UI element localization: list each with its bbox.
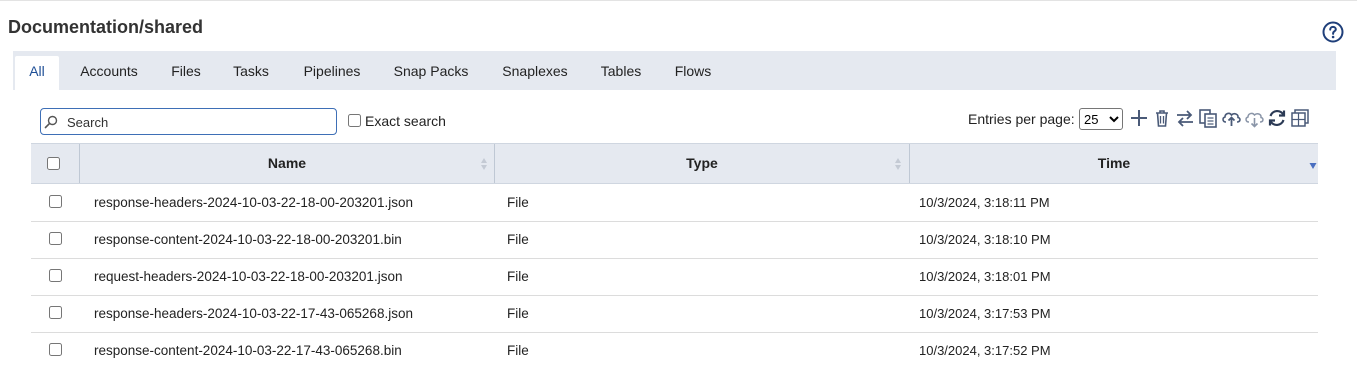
table-header: Name Type Time	[31, 143, 1318, 184]
tab-files[interactable]: Files	[164, 56, 208, 90]
page-title: Documentation/shared	[8, 17, 204, 37]
file-name[interactable]: response-headers-2024-10-03-22-17-43-065…	[94, 306, 413, 321]
search-input[interactable]	[65, 112, 329, 133]
tab-flows[interactable]: Flows	[667, 56, 719, 90]
file-type: File	[507, 232, 529, 247]
sort-icon[interactable]	[894, 156, 902, 172]
tab-snap-packs[interactable]: Snap Packs	[388, 56, 474, 90]
tab-tasks[interactable]: Tasks	[226, 56, 276, 90]
tab-accounts[interactable]: Accounts	[71, 56, 147, 90]
table-row[interactable]: response-content-2024-10-03-22-17-43-065…	[31, 332, 1318, 369]
table-row[interactable]: request-headers-2024-10-03-22-18-00-2032…	[31, 258, 1318, 296]
file-time: 10/3/2024, 3:18:01 PM	[919, 269, 1051, 284]
select-all-checkbox[interactable]	[47, 157, 60, 170]
tab-snaplexes[interactable]: Snaplexes	[494, 56, 576, 90]
entries-per-page-select[interactable]: 25	[1079, 108, 1123, 130]
table-row[interactable]: response-headers-2024-10-03-22-18-00-203…	[31, 184, 1318, 222]
file-name[interactable]: response-headers-2024-10-03-22-18-00-203…	[94, 195, 413, 210]
exact-search-checkbox[interactable]	[348, 114, 361, 127]
file-name[interactable]: request-headers-2024-10-03-22-18-00-2032…	[94, 269, 402, 284]
row-checkbox[interactable]	[49, 306, 62, 319]
table-row[interactable]: response-headers-2024-10-03-22-17-43-065…	[31, 295, 1318, 333]
search-field[interactable]	[40, 108, 337, 135]
file-time: 10/3/2024, 3:17:53 PM	[919, 306, 1051, 321]
plus-icon[interactable]	[1128, 107, 1150, 129]
tab-bar: All Accounts Files Tasks Pipelines Snap …	[13, 51, 1336, 90]
file-time: 10/3/2024, 3:17:52 PM	[919, 343, 1051, 358]
file-type: File	[507, 343, 529, 358]
file-type: File	[507, 195, 529, 210]
row-checkbox[interactable]	[49, 232, 62, 245]
copy-icon[interactable]	[1197, 107, 1219, 129]
tab-pipelines[interactable]: Pipelines	[296, 56, 368, 90]
sort-icon[interactable]	[480, 156, 488, 172]
exact-search-option[interactable]: Exact search	[348, 113, 446, 129]
search-icon	[44, 115, 58, 129]
trash-icon[interactable]	[1151, 107, 1173, 129]
file-name[interactable]: response-content-2024-10-03-22-17-43-065…	[94, 343, 402, 358]
column-header-name[interactable]: Name	[80, 144, 494, 183]
upload-icon[interactable]	[1220, 107, 1242, 129]
column-header-time[interactable]: Time	[910, 144, 1318, 183]
refresh-icon[interactable]	[1266, 107, 1288, 129]
file-type: File	[507, 306, 529, 321]
column-header-type[interactable]: Type	[495, 144, 909, 183]
row-checkbox[interactable]	[49, 195, 62, 208]
file-time: 10/3/2024, 3:18:11 PM	[919, 195, 1050, 210]
row-checkbox[interactable]	[49, 343, 62, 356]
file-name[interactable]: response-content-2024-10-03-22-18-00-203…	[94, 232, 402, 247]
tab-tables[interactable]: Tables	[595, 56, 647, 90]
sort-desc-icon[interactable]	[1309, 161, 1317, 171]
table-row[interactable]: response-content-2024-10-03-22-18-00-203…	[31, 221, 1318, 259]
tab-all[interactable]: All	[15, 56, 59, 90]
grid-icon[interactable]	[1289, 107, 1311, 129]
question-circle-icon[interactable]	[1322, 21, 1344, 43]
top-divider	[0, 0, 1357, 1]
row-checkbox[interactable]	[49, 269, 62, 282]
exact-search-label: Exact search	[365, 113, 446, 129]
download-icon[interactable]	[1243, 107, 1265, 129]
entries-per-page-label: Entries per page:	[968, 111, 1075, 127]
file-time: 10/3/2024, 3:18:10 PM	[919, 232, 1051, 247]
file-type: File	[507, 269, 529, 284]
swap-icon[interactable]	[1174, 107, 1196, 129]
